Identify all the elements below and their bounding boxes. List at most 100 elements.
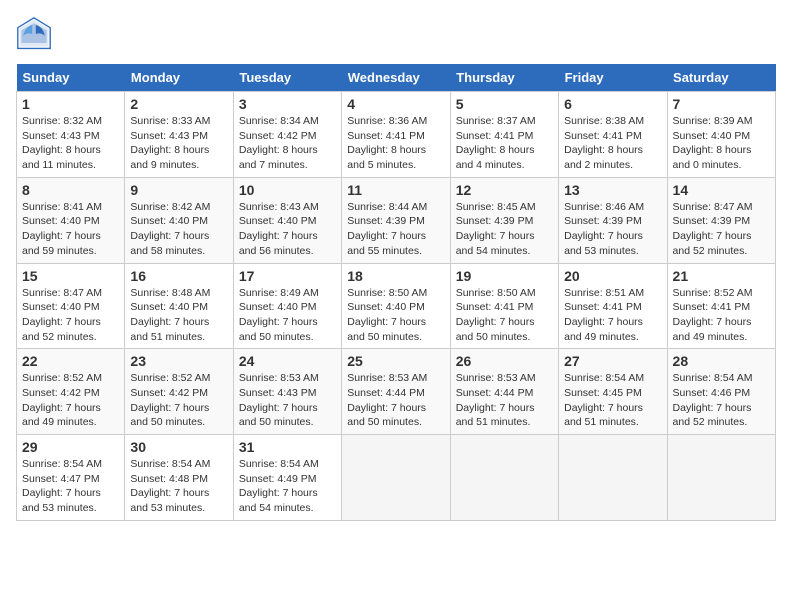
day-cell-23: 23 Sunrise: 8:52 AMSunset: 4:42 PMDaylig… [125,349,233,435]
day-cell-2: 2 Sunrise: 8:33 AMSunset: 4:43 PMDayligh… [125,92,233,178]
day-cell-20: 20 Sunrise: 8:51 AMSunset: 4:41 PMDaylig… [559,263,667,349]
calendar-week-4: 22 Sunrise: 8:52 AMSunset: 4:42 PMDaylig… [17,349,776,435]
day-cell-11: 11 Sunrise: 8:44 AMSunset: 4:39 PMDaylig… [342,177,450,263]
weekday-header-friday: Friday [559,64,667,92]
day-number: 7 [673,96,770,112]
empty-cell [559,435,667,521]
day-cell-8: 8 Sunrise: 8:41 AMSunset: 4:40 PMDayligh… [17,177,125,263]
day-info: Sunrise: 8:49 AMSunset: 4:40 PMDaylight:… [239,287,319,343]
day-info: Sunrise: 8:48 AMSunset: 4:40 PMDaylight:… [130,287,210,343]
day-number: 10 [239,182,336,198]
weekday-header-thursday: Thursday [450,64,558,92]
day-info: Sunrise: 8:54 AMSunset: 4:49 PMDaylight:… [239,458,319,514]
day-number: 8 [22,182,119,198]
calendar-week-2: 8 Sunrise: 8:41 AMSunset: 4:40 PMDayligh… [17,177,776,263]
day-number: 2 [130,96,227,112]
day-info: Sunrise: 8:54 AMSunset: 4:48 PMDaylight:… [130,458,210,514]
day-info: Sunrise: 8:33 AMSunset: 4:43 PMDaylight:… [130,115,210,171]
day-info: Sunrise: 8:39 AMSunset: 4:40 PMDaylight:… [673,115,753,171]
day-number: 21 [673,268,770,284]
day-number: 31 [239,439,336,455]
calendar-week-3: 15 Sunrise: 8:47 AMSunset: 4:40 PMDaylig… [17,263,776,349]
day-number: 4 [347,96,444,112]
header [16,16,776,52]
day-cell-13: 13 Sunrise: 8:46 AMSunset: 4:39 PMDaylig… [559,177,667,263]
calendar-body: 1 Sunrise: 8:32 AMSunset: 4:43 PMDayligh… [17,92,776,521]
calendar-table: SundayMondayTuesdayWednesdayThursdayFrid… [16,64,776,521]
day-cell-30: 30 Sunrise: 8:54 AMSunset: 4:48 PMDaylig… [125,435,233,521]
day-info: Sunrise: 8:43 AMSunset: 4:40 PMDaylight:… [239,201,319,257]
day-number: 14 [673,182,770,198]
day-cell-29: 29 Sunrise: 8:54 AMSunset: 4:47 PMDaylig… [17,435,125,521]
empty-cell [342,435,450,521]
day-cell-1: 1 Sunrise: 8:32 AMSunset: 4:43 PMDayligh… [17,92,125,178]
day-info: Sunrise: 8:45 AMSunset: 4:39 PMDaylight:… [456,201,536,257]
day-number: 27 [564,353,661,369]
day-number: 29 [22,439,119,455]
day-number: 22 [22,353,119,369]
day-cell-28: 28 Sunrise: 8:54 AMSunset: 4:46 PMDaylig… [667,349,775,435]
day-cell-14: 14 Sunrise: 8:47 AMSunset: 4:39 PMDaylig… [667,177,775,263]
day-cell-3: 3 Sunrise: 8:34 AMSunset: 4:42 PMDayligh… [233,92,341,178]
weekday-header-tuesday: Tuesday [233,64,341,92]
day-number: 11 [347,182,444,198]
calendar-week-5: 29 Sunrise: 8:54 AMSunset: 4:47 PMDaylig… [17,435,776,521]
day-info: Sunrise: 8:51 AMSunset: 4:41 PMDaylight:… [564,287,644,343]
day-number: 1 [22,96,119,112]
day-number: 16 [130,268,227,284]
day-number: 20 [564,268,661,284]
day-info: Sunrise: 8:50 AMSunset: 4:41 PMDaylight:… [456,287,536,343]
day-number: 9 [130,182,227,198]
day-cell-12: 12 Sunrise: 8:45 AMSunset: 4:39 PMDaylig… [450,177,558,263]
day-cell-19: 19 Sunrise: 8:50 AMSunset: 4:41 PMDaylig… [450,263,558,349]
day-cell-24: 24 Sunrise: 8:53 AMSunset: 4:43 PMDaylig… [233,349,341,435]
day-number: 19 [456,268,553,284]
day-info: Sunrise: 8:37 AMSunset: 4:41 PMDaylight:… [456,115,536,171]
day-number: 12 [456,182,553,198]
day-number: 13 [564,182,661,198]
day-number: 25 [347,353,444,369]
day-info: Sunrise: 8:42 AMSunset: 4:40 PMDaylight:… [130,201,210,257]
day-cell-31: 31 Sunrise: 8:54 AMSunset: 4:49 PMDaylig… [233,435,341,521]
day-number: 17 [239,268,336,284]
day-info: Sunrise: 8:53 AMSunset: 4:43 PMDaylight:… [239,372,319,428]
day-cell-21: 21 Sunrise: 8:52 AMSunset: 4:41 PMDaylig… [667,263,775,349]
day-number: 26 [456,353,553,369]
logo [16,16,56,52]
day-cell-26: 26 Sunrise: 8:53 AMSunset: 4:44 PMDaylig… [450,349,558,435]
day-number: 6 [564,96,661,112]
day-info: Sunrise: 8:54 AMSunset: 4:45 PMDaylight:… [564,372,644,428]
day-cell-27: 27 Sunrise: 8:54 AMSunset: 4:45 PMDaylig… [559,349,667,435]
logo-icon [16,16,52,52]
day-cell-6: 6 Sunrise: 8:38 AMSunset: 4:41 PMDayligh… [559,92,667,178]
day-info: Sunrise: 8:53 AMSunset: 4:44 PMDaylight:… [347,372,427,428]
day-info: Sunrise: 8:36 AMSunset: 4:41 PMDaylight:… [347,115,427,171]
day-info: Sunrise: 8:47 AMSunset: 4:39 PMDaylight:… [673,201,753,257]
day-number: 5 [456,96,553,112]
day-info: Sunrise: 8:38 AMSunset: 4:41 PMDaylight:… [564,115,644,171]
weekday-header-row: SundayMondayTuesdayWednesdayThursdayFrid… [17,64,776,92]
day-cell-17: 17 Sunrise: 8:49 AMSunset: 4:40 PMDaylig… [233,263,341,349]
day-info: Sunrise: 8:47 AMSunset: 4:40 PMDaylight:… [22,287,102,343]
day-info: Sunrise: 8:41 AMSunset: 4:40 PMDaylight:… [22,201,102,257]
weekday-header-saturday: Saturday [667,64,775,92]
day-cell-5: 5 Sunrise: 8:37 AMSunset: 4:41 PMDayligh… [450,92,558,178]
day-info: Sunrise: 8:34 AMSunset: 4:42 PMDaylight:… [239,115,319,171]
day-cell-25: 25 Sunrise: 8:53 AMSunset: 4:44 PMDaylig… [342,349,450,435]
day-number: 15 [22,268,119,284]
day-info: Sunrise: 8:46 AMSunset: 4:39 PMDaylight:… [564,201,644,257]
day-number: 23 [130,353,227,369]
day-info: Sunrise: 8:52 AMSunset: 4:42 PMDaylight:… [22,372,102,428]
empty-cell [667,435,775,521]
day-cell-18: 18 Sunrise: 8:50 AMSunset: 4:40 PMDaylig… [342,263,450,349]
day-info: Sunrise: 8:54 AMSunset: 4:47 PMDaylight:… [22,458,102,514]
day-number: 30 [130,439,227,455]
empty-cell [450,435,558,521]
day-number: 24 [239,353,336,369]
day-cell-9: 9 Sunrise: 8:42 AMSunset: 4:40 PMDayligh… [125,177,233,263]
day-number: 18 [347,268,444,284]
day-cell-16: 16 Sunrise: 8:48 AMSunset: 4:40 PMDaylig… [125,263,233,349]
day-cell-4: 4 Sunrise: 8:36 AMSunset: 4:41 PMDayligh… [342,92,450,178]
day-number: 3 [239,96,336,112]
day-info: Sunrise: 8:53 AMSunset: 4:44 PMDaylight:… [456,372,536,428]
